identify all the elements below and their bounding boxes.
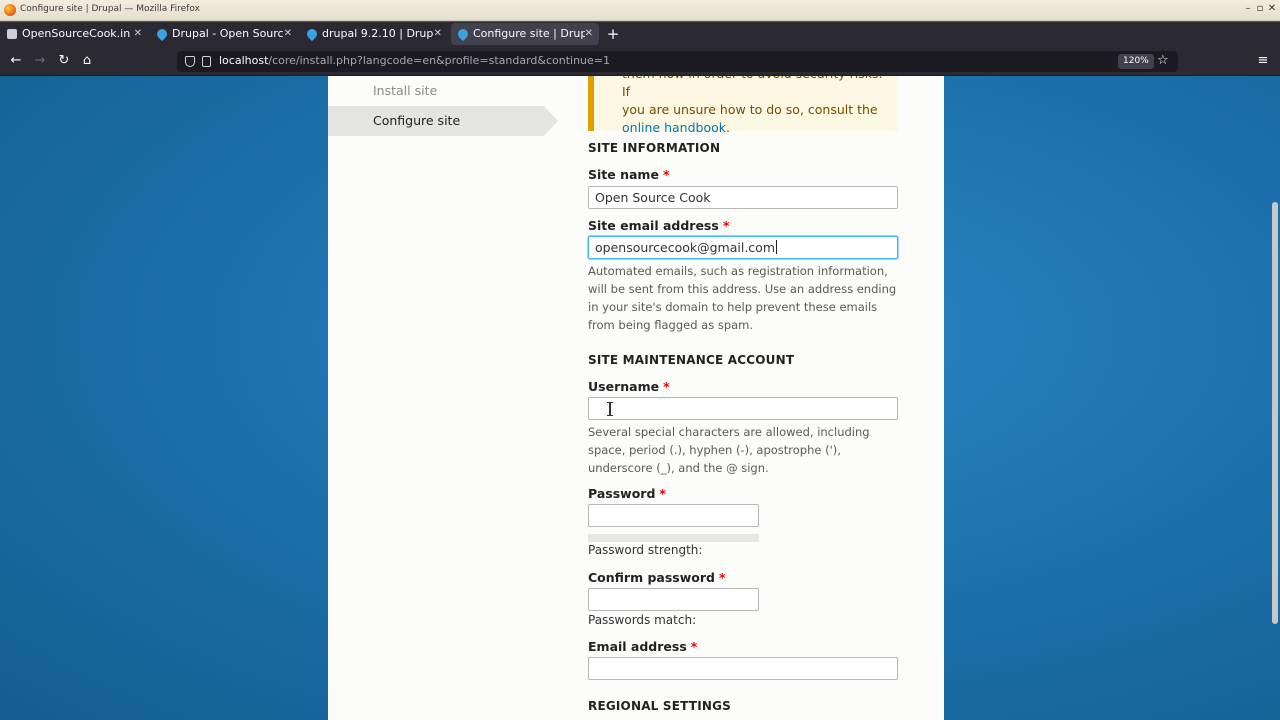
page-info-icon[interactable] — [202, 56, 211, 67]
warning-message: them now in order to avoid security risk… — [588, 76, 898, 135]
zoom-level-badge[interactable]: 120% — [1118, 54, 1154, 69]
username-label: Username * — [588, 379, 670, 394]
account-email-label-text: Email address — [588, 639, 687, 654]
tab-close-icon[interactable]: ✕ — [284, 23, 292, 45]
required-marker: * — [690, 639, 698, 654]
url-host: localhost — [219, 54, 269, 67]
site-name-label: Site name * — [588, 167, 669, 182]
drupal-drop-icon — [304, 26, 320, 42]
url-bar[interactable]: localhost/core/install.php?langcode=en&p… — [177, 51, 1178, 72]
hamburger-menu-icon[interactable]: ≡ — [1256, 54, 1270, 68]
site-name-input[interactable]: Open Source Cook — [588, 186, 898, 209]
required-marker: * — [663, 379, 670, 394]
tab-label: drupal 9.2.10 | Drupal.org — [322, 27, 434, 40]
required-marker: * — [718, 570, 726, 585]
home-button[interactable]: ⌂ — [79, 53, 95, 69]
maintenance-account-heading: SITE MAINTENANCE ACCOUNT — [588, 353, 795, 367]
page-viewport: Install site Configure site them now in … — [0, 76, 1280, 720]
forward-button[interactable]: → — [32, 53, 48, 69]
site-email-input[interactable]: opensourcecook@gmail.com — [588, 236, 898, 259]
url-text[interactable]: localhost/core/install.php?langcode=en&p… — [219, 54, 610, 67]
tracking-protection-icon[interactable] — [185, 56, 195, 67]
username-description: Several special characters are allowed, … — [588, 425, 870, 475]
tab-configure-site[interactable]: Configure site | Drupal ✕ — [451, 23, 599, 45]
page-scrollbar[interactable] — [1272, 202, 1278, 624]
site-email-description: Automated emails, such as registration i… — [588, 264, 897, 332]
site-information-heading: SITE INFORMATION — [588, 141, 721, 155]
maximize-button[interactable]: ▫ — [1254, 3, 1266, 14]
username-input[interactable] — [588, 397, 898, 420]
close-window-button[interactable]: ✕ — [1266, 3, 1278, 14]
tab-strip: OpenSourceCook.in | lT ✕ Drupal - Open S… — [0, 22, 1280, 47]
tab-close-icon[interactable]: ✕ — [585, 23, 593, 45]
tab-drupal-cms[interactable]: Drupal - Open Source CMS ✕ — [150, 23, 298, 45]
tab-close-icon[interactable]: ✕ — [434, 23, 442, 45]
warning-tail: . — [726, 120, 730, 135]
window-title: Configure site | Drupal — Mozilla Firefo… — [20, 4, 200, 14]
required-marker: * — [722, 218, 730, 233]
tab-label: OpenSourceCook.in | lT — [22, 27, 134, 40]
site-email-label-text: Site email address — [588, 218, 719, 233]
page-icon — [7, 29, 17, 39]
drupal-drop-icon — [455, 26, 471, 42]
required-marker: * — [662, 167, 670, 182]
step-install-site: Install site — [373, 83, 438, 98]
installer-panel: Install site Configure site them now in … — [328, 76, 944, 720]
minimize-button[interactable]: – — [1242, 3, 1254, 14]
password-strength-label: Password strength: — [588, 543, 703, 557]
url-path: /core/install.php?langcode=en&profile=st… — [268, 54, 611, 67]
tab-opensourcecook[interactable]: OpenSourceCook.in | lT ✕ — [0, 23, 148, 45]
step-configure-site: Configure site — [328, 106, 558, 136]
account-email-label: Email address * — [588, 639, 697, 654]
back-button[interactable]: ← — [8, 53, 24, 69]
text-caret — [776, 240, 777, 254]
tab-drupal-9-2-10[interactable]: drupal 9.2.10 | Drupal.org ✕ — [300, 23, 448, 45]
text-cursor-icon — [607, 402, 613, 416]
password-strength-bar — [588, 534, 759, 542]
confirm-password-label: Confirm password * — [588, 570, 726, 585]
password-label-text: Password — [588, 486, 656, 501]
warning-line-1: them now in order to avoid security risk… — [622, 76, 882, 99]
tab-close-icon[interactable]: ✕ — [134, 23, 142, 45]
account-email-input[interactable] — [588, 657, 898, 680]
drupal-drop-icon — [154, 26, 170, 42]
required-marker: * — [659, 486, 666, 501]
firefox-logo-icon — [4, 4, 16, 16]
password-input[interactable] — [588, 504, 759, 527]
reload-button[interactable]: ↻ — [56, 53, 72, 69]
navigation-bar: ← → ↻ ⌂ localhost/core/install.php?langc… — [0, 47, 1280, 76]
site-name-label-text: Site name — [588, 167, 659, 182]
regional-settings-heading: REGIONAL SETTINGS — [588, 699, 731, 713]
warning-line-2: you are unsure how to do so, consult the — [622, 102, 878, 117]
site-email-label: Site email address * — [588, 218, 729, 233]
new-tab-button[interactable]: + — [606, 22, 620, 47]
bookmark-star-icon[interactable]: ☆ — [1157, 53, 1169, 68]
confirm-password-input[interactable] — [588, 588, 759, 611]
online-handbook-link[interactable]: online handbook — [622, 120, 726, 135]
site-email-value: opensourcecook@gmail.com — [595, 240, 775, 255]
password-label: Password * — [588, 486, 666, 501]
username-label-text: Username — [588, 379, 660, 394]
window-title-bar: Configure site | Drupal — Mozilla Firefo… — [0, 0, 1280, 21]
passwords-match-label: Passwords match: — [588, 613, 697, 627]
warning-message-text: them now in order to avoid security risk… — [622, 76, 892, 137]
tab-label: Drupal - Open Source CMS — [172, 27, 284, 40]
tab-label: Configure site | Drupal — [473, 27, 585, 40]
confirm-password-label-text: Confirm password — [588, 570, 715, 585]
